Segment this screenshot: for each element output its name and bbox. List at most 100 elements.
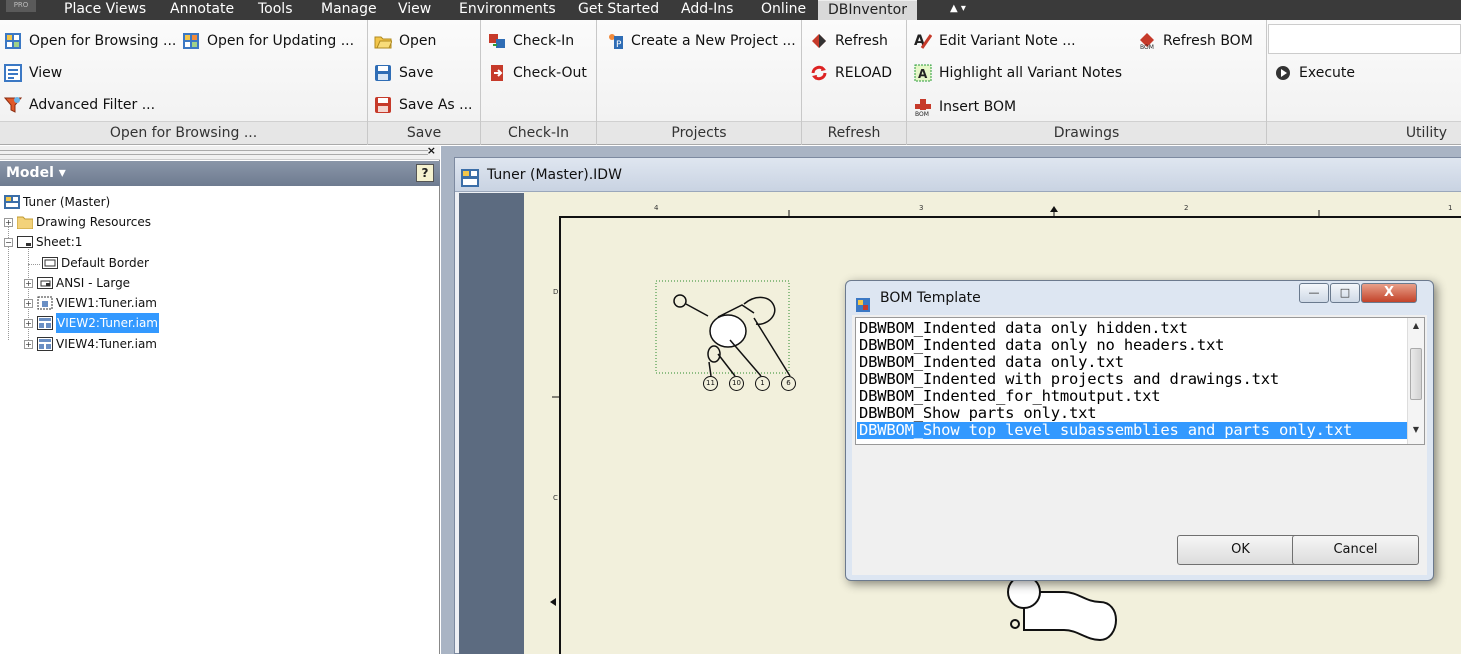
- tab-tools[interactable]: Tools: [258, 0, 293, 20]
- group-label-drawings: Drawings: [907, 121, 1266, 144]
- reload-button[interactable]: RELOAD: [810, 60, 892, 86]
- execute-button[interactable]: Execute: [1274, 60, 1355, 86]
- group-label-projects: Projects: [597, 121, 801, 144]
- advanced-filter-button[interactable]: Advanced Filter ...: [3, 92, 156, 118]
- dialog-app-icon: [856, 291, 870, 312]
- utility-input[interactable]: [1268, 24, 1461, 54]
- svg-text:A: A: [918, 67, 928, 81]
- balloon[interactable]: 1: [755, 376, 770, 391]
- edit-variant-note-button[interactable]: A Edit Variant Note ...: [914, 28, 1076, 54]
- group-label-check-in: Check-In: [481, 121, 596, 144]
- check-in-label: Check-In: [513, 33, 575, 49]
- maximize-button[interactable]: □: [1330, 283, 1360, 303]
- view-icon: [37, 337, 53, 351]
- tab-get-started[interactable]: Get Started: [578, 0, 659, 20]
- model-browser-panel: × Model ▾ ? Tuner (Master) + Drawing Res…: [0, 144, 440, 654]
- tree-node-drawing-resources[interactable]: + Drawing Resources: [4, 212, 151, 232]
- highlight-notes-icon: A: [914, 64, 932, 82]
- check-out-label: Check-Out: [513, 65, 587, 81]
- expand-icon[interactable]: +: [24, 298, 33, 308]
- svg-text:P: P: [616, 40, 622, 50]
- tree-node-sheet-1[interactable]: − Sheet:1: [4, 232, 82, 252]
- open-for-browsing-button[interactable]: Open for Browsing ...: [4, 28, 176, 54]
- ribbon-tab-bar: PRO Place Views Annotate Tools Manage Vi…: [0, 0, 1461, 20]
- expand-icon[interactable]: +: [24, 318, 33, 328]
- save-button[interactable]: Save: [374, 60, 433, 86]
- insert-bom-icon: BOM: [914, 98, 932, 118]
- open-for-updating-button[interactable]: Open for Updating ...: [182, 28, 354, 54]
- group-label-open-for-browsing: Open for Browsing ...: [0, 121, 367, 144]
- scroll-up-icon[interactable]: ▲: [1408, 318, 1424, 334]
- folder-open-icon: [374, 32, 393, 50]
- scroll-thumb[interactable]: [1410, 348, 1422, 400]
- open-for-updating-label: Open for Updating ...: [207, 33, 355, 49]
- bom-template-listbox[interactable]: DBWBOM_Indented data only hidden.txt DBW…: [855, 317, 1425, 445]
- list-item[interactable]: DBWBOM_Indented data only.txt: [859, 354, 1124, 371]
- tree-node-view4[interactable]: + VIEW4:Tuner.iam: [24, 334, 157, 354]
- tab-place-views[interactable]: Place Views: [64, 0, 146, 20]
- insert-bom-button[interactable]: BOM Insert BOM: [914, 94, 1016, 120]
- ruler-top-label: 2: [1184, 204, 1189, 212]
- tree-node-label: VIEW1:Tuner.iam: [56, 296, 157, 310]
- scroll-down-icon[interactable]: ▼: [1408, 422, 1424, 438]
- highlight-variant-notes-button[interactable]: A Highlight all Variant Notes: [914, 60, 1122, 86]
- create-new-project-label: Create a New Project ...: [631, 33, 796, 49]
- tab-view[interactable]: View: [398, 0, 431, 20]
- tab-annotate[interactable]: Annotate: [170, 0, 234, 20]
- play-icon: [1274, 64, 1292, 82]
- tab-online[interactable]: Online: [761, 0, 806, 20]
- help-icon[interactable]: ?: [416, 164, 434, 182]
- check-in-button[interactable]: Check-In: [488, 28, 574, 54]
- refresh-bom-button[interactable]: BOM Refresh BOM: [1138, 28, 1253, 54]
- tree-node-view1[interactable]: + VIEW1:Tuner.iam: [24, 293, 157, 313]
- close-button[interactable]: X: [1361, 283, 1417, 303]
- refresh-bom-label: Refresh BOM: [1163, 33, 1253, 49]
- expand-icon[interactable]: +: [4, 217, 13, 227]
- list-item[interactable]: DBWBOM_Indented with projects and drawin…: [859, 371, 1279, 388]
- check-out-button[interactable]: Check-Out: [488, 60, 587, 86]
- tree-node-ansi-large[interactable]: + ANSI - Large: [24, 273, 130, 293]
- ok-button[interactable]: OK: [1177, 535, 1304, 565]
- tree-node-label: VIEW4:Tuner.iam: [56, 337, 157, 351]
- advanced-filter-label: Advanced Filter ...: [29, 97, 156, 113]
- save-as-button[interactable]: Save As ...: [374, 92, 473, 118]
- view-icon: [37, 296, 53, 310]
- list-item[interactable]: DBWBOM_Show parts only.txt: [859, 405, 1097, 422]
- dialog-title: BOM Template: [880, 290, 981, 306]
- expand-icon[interactable]: +: [24, 278, 33, 288]
- refresh-button[interactable]: Refresh: [810, 28, 888, 54]
- ruler-left-label: C: [553, 494, 558, 502]
- list-item[interactable]: DBWBOM_Indented data only no headers.txt: [859, 337, 1224, 354]
- expand-icon[interactable]: +: [24, 339, 33, 349]
- tab-dbinventor[interactable]: DBInventor: [818, 0, 917, 20]
- panel-close-icon[interactable]: ×: [427, 144, 436, 157]
- tree-node-default-border[interactable]: Default Border: [42, 253, 149, 273]
- drawing-doc-icon: [4, 195, 20, 209]
- dialog-titlebar[interactable]: BOM Template — □ X: [846, 281, 1433, 315]
- tab-add-ins[interactable]: Add-Ins: [681, 0, 733, 20]
- drawing-window-titlebar[interactable]: Tuner (Master).IDW: [455, 158, 1461, 192]
- collapse-icon[interactable]: −: [4, 237, 13, 247]
- list-item[interactable]: DBWBOM_Indented data only hidden.txt: [859, 320, 1188, 337]
- model-dropdown[interactable]: Model ▾: [6, 165, 66, 181]
- list-item-selected[interactable]: DBWBOM_Show top level subassemblies and …: [857, 422, 1408, 439]
- create-new-project-button[interactable]: P Create a New Project ...: [606, 28, 796, 54]
- group-label-refresh: Refresh: [802, 121, 906, 144]
- panel-grip[interactable]: ×: [0, 144, 440, 160]
- balloon[interactable]: 10: [729, 376, 744, 391]
- sheet-icon: [17, 235, 33, 249]
- listbox-scrollbar[interactable]: ▲ ▼: [1407, 318, 1424, 444]
- quick-access-dropdown[interactable]: ▲ ▾: [950, 3, 966, 14]
- balloon[interactable]: 11: [703, 376, 718, 391]
- tree-node-tuner-master[interactable]: Tuner (Master): [4, 192, 110, 212]
- tab-environments[interactable]: Environments: [459, 0, 556, 20]
- view-button[interactable]: View: [4, 60, 62, 86]
- tree-node-view2[interactable]: + VIEW2:Tuner.iam: [24, 313, 159, 333]
- open-button[interactable]: Open: [374, 28, 436, 54]
- cancel-button[interactable]: Cancel: [1292, 535, 1419, 565]
- balloon[interactable]: 6: [781, 376, 796, 391]
- save-as-label: Save As ...: [399, 97, 473, 113]
- minimize-button[interactable]: —: [1299, 283, 1329, 303]
- list-item[interactable]: DBWBOM_Indented_for_htmoutput.txt: [859, 388, 1161, 405]
- tab-manage[interactable]: Manage: [321, 0, 377, 20]
